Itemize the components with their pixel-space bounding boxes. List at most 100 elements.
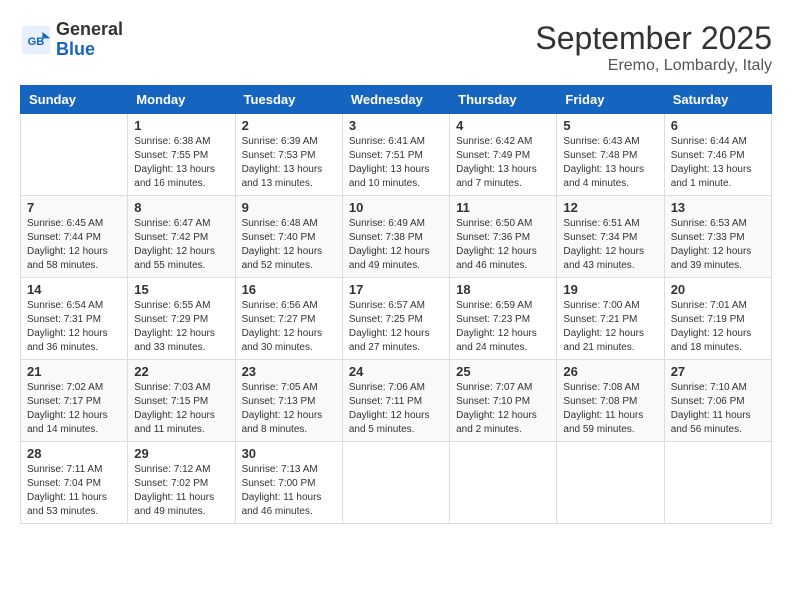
day-number: 7 bbox=[27, 200, 121, 215]
day-number: 16 bbox=[242, 282, 336, 297]
day-cell: 10 Sunrise: 6:49 AMSunset: 7:38 PMDayligh… bbox=[342, 196, 449, 278]
day-number: 8 bbox=[134, 200, 228, 215]
day-cell: 3 Sunrise: 6:41 AMSunset: 7:51 PMDaylight… bbox=[342, 114, 449, 196]
day-number: 19 bbox=[563, 282, 657, 297]
day-info: Sunrise: 7:07 AMSunset: 7:10 PMDaylight:… bbox=[456, 381, 550, 437]
day-cell: 22 Sunrise: 7:03 AMSunset: 7:15 PMDayligh… bbox=[128, 360, 235, 442]
day-info: Sunrise: 6:41 AMSunset: 7:51 PMDaylight:… bbox=[349, 135, 443, 191]
day-number: 10 bbox=[349, 200, 443, 215]
day-cell bbox=[557, 442, 664, 524]
day-info: Sunrise: 6:43 AMSunset: 7:48 PMDaylight:… bbox=[563, 135, 657, 191]
day-info: Sunrise: 6:48 AMSunset: 7:40 PMDaylight:… bbox=[242, 217, 336, 273]
day-number: 12 bbox=[563, 200, 657, 215]
day-cell: 19 Sunrise: 7:00 AMSunset: 7:21 PMDayligh… bbox=[557, 278, 664, 360]
weekday-header-tuesday: Tuesday bbox=[235, 86, 342, 114]
week-row-3: 14Sunrise: 6:54 AMSunset: 7:31 PMDayligh… bbox=[21, 278, 772, 360]
day-cell bbox=[450, 442, 557, 524]
day-cell: 29 Sunrise: 7:12 AMSunset: 7:02 PMDayligh… bbox=[128, 442, 235, 524]
day-info: Sunrise: 6:49 AMSunset: 7:38 PMDaylight:… bbox=[349, 217, 443, 273]
day-number: 20 bbox=[671, 282, 765, 297]
day-info: Sunrise: 7:08 AMSunset: 7:08 PMDaylight:… bbox=[563, 381, 657, 437]
day-info: Sunrise: 7:11 AMSunset: 7:04 PMDaylight:… bbox=[27, 463, 121, 519]
day-cell: 5 Sunrise: 6:43 AMSunset: 7:48 PMDaylight… bbox=[557, 114, 664, 196]
title-area: September 2025 Eremo, Lombardy, Italy bbox=[535, 20, 772, 75]
day-number: 18 bbox=[456, 282, 550, 297]
day-cell: 1 Sunrise: 6:38 AMSunset: 7:55 PMDaylight… bbox=[128, 114, 235, 196]
day-cell: 18 Sunrise: 6:59 AMSunset: 7:23 PMDayligh… bbox=[450, 278, 557, 360]
day-cell: 4Sunrise: 6:42 AMSunset: 7:49 PMDaylight… bbox=[450, 114, 557, 196]
day-cell: 8 Sunrise: 6:47 AMSunset: 7:42 PMDaylight… bbox=[128, 196, 235, 278]
day-number: 3 bbox=[349, 118, 443, 133]
day-number: 28 bbox=[27, 446, 121, 461]
day-number: 6 bbox=[671, 118, 765, 133]
day-number: 5 bbox=[563, 118, 657, 133]
day-number: 14 bbox=[27, 282, 121, 297]
week-row-5: 28 Sunrise: 7:11 AMSunset: 7:04 PMDayligh… bbox=[21, 442, 772, 524]
week-row-2: 7 Sunrise: 6:45 AMSunset: 7:44 PMDaylight… bbox=[21, 196, 772, 278]
day-cell: 9 Sunrise: 6:48 AMSunset: 7:40 PMDaylight… bbox=[235, 196, 342, 278]
day-number: 17 bbox=[349, 282, 443, 297]
day-info: Sunrise: 6:47 AMSunset: 7:42 PMDaylight:… bbox=[134, 217, 228, 273]
day-info: Sunrise: 6:39 AMSunset: 7:53 PMDaylight:… bbox=[242, 135, 336, 191]
day-number: 26 bbox=[563, 364, 657, 379]
day-info: Sunrise: 6:50 AMSunset: 7:36 PMDaylight:… bbox=[456, 217, 550, 273]
day-info: Sunrise: 7:01 AMSunset: 7:19 PMDaylight:… bbox=[671, 299, 765, 355]
day-number: 29 bbox=[134, 446, 228, 461]
logo: GB General Blue bbox=[20, 20, 123, 60]
day-info: Sunrise: 7:06 AMSunset: 7:11 PMDaylight:… bbox=[349, 381, 443, 437]
calendar: SundayMondayTuesdayWednesdayThursdayFrid… bbox=[20, 85, 772, 524]
day-number: 25 bbox=[456, 364, 550, 379]
day-number: 27 bbox=[671, 364, 765, 379]
logo-icon: GB bbox=[20, 24, 52, 56]
day-cell: 20 Sunrise: 7:01 AMSunset: 7:19 PMDayligh… bbox=[664, 278, 771, 360]
day-cell: 28 Sunrise: 7:11 AMSunset: 7:04 PMDayligh… bbox=[21, 442, 128, 524]
day-cell bbox=[664, 442, 771, 524]
day-cell: 23Sunrise: 7:05 AMSunset: 7:13 PMDayligh… bbox=[235, 360, 342, 442]
day-cell: 2 Sunrise: 6:39 AMSunset: 7:53 PMDaylight… bbox=[235, 114, 342, 196]
day-info: Sunrise: 6:53 AMSunset: 7:33 PMDaylight:… bbox=[671, 217, 765, 273]
day-cell: 16Sunrise: 6:56 AMSunset: 7:27 PMDayligh… bbox=[235, 278, 342, 360]
day-cell: 25 Sunrise: 7:07 AMSunset: 7:10 PMDayligh… bbox=[450, 360, 557, 442]
day-cell: 14Sunrise: 6:54 AMSunset: 7:31 PMDayligh… bbox=[21, 278, 128, 360]
day-cell: 27Sunrise: 7:10 AMSunset: 7:06 PMDayligh… bbox=[664, 360, 771, 442]
weekday-header-saturday: Saturday bbox=[664, 86, 771, 114]
logo-blue-text: Blue bbox=[56, 39, 95, 59]
day-number: 22 bbox=[134, 364, 228, 379]
day-number: 11 bbox=[456, 200, 550, 215]
day-info: Sunrise: 6:59 AMSunset: 7:23 PMDaylight:… bbox=[456, 299, 550, 355]
day-cell: 30Sunrise: 7:13 AMSunset: 7:00 PMDayligh… bbox=[235, 442, 342, 524]
day-number: 15 bbox=[134, 282, 228, 297]
day-info: Sunrise: 6:38 AMSunset: 7:55 PMDaylight:… bbox=[134, 135, 228, 191]
week-row-1: 1 Sunrise: 6:38 AMSunset: 7:55 PMDaylight… bbox=[21, 114, 772, 196]
day-info: Sunrise: 7:03 AMSunset: 7:15 PMDaylight:… bbox=[134, 381, 228, 437]
day-info: Sunrise: 6:51 AMSunset: 7:34 PMDaylight:… bbox=[563, 217, 657, 273]
day-cell: 6Sunrise: 6:44 AMSunset: 7:46 PMDaylight… bbox=[664, 114, 771, 196]
header: GB General Blue September 2025 Eremo, Lo… bbox=[20, 20, 772, 75]
weekday-header-thursday: Thursday bbox=[450, 86, 557, 114]
day-info: Sunrise: 7:12 AMSunset: 7:02 PMDaylight:… bbox=[134, 463, 228, 519]
day-cell bbox=[21, 114, 128, 196]
logo-general-text: General bbox=[56, 19, 123, 39]
day-cell: 13 Sunrise: 6:53 AMSunset: 7:33 PMDayligh… bbox=[664, 196, 771, 278]
weekday-header-wednesday: Wednesday bbox=[342, 86, 449, 114]
location-title: Eremo, Lombardy, Italy bbox=[535, 57, 772, 75]
svg-text:GB: GB bbox=[28, 36, 45, 48]
day-cell: 21Sunrise: 7:02 AMSunset: 7:17 PMDayligh… bbox=[21, 360, 128, 442]
day-info: Sunrise: 7:05 AMSunset: 7:13 PMDaylight:… bbox=[242, 381, 336, 437]
week-row-4: 21Sunrise: 7:02 AMSunset: 7:17 PMDayligh… bbox=[21, 360, 772, 442]
day-cell: 7 Sunrise: 6:45 AMSunset: 7:44 PMDaylight… bbox=[21, 196, 128, 278]
day-number: 13 bbox=[671, 200, 765, 215]
day-info: Sunrise: 6:42 AMSunset: 7:49 PMDaylight:… bbox=[456, 135, 550, 191]
day-number: 9 bbox=[242, 200, 336, 215]
day-number: 1 bbox=[134, 118, 228, 133]
day-info: Sunrise: 7:00 AMSunset: 7:21 PMDaylight:… bbox=[563, 299, 657, 355]
day-cell: 24Sunrise: 7:06 AMSunset: 7:11 PMDayligh… bbox=[342, 360, 449, 442]
day-cell: 12 Sunrise: 6:51 AMSunset: 7:34 PMDayligh… bbox=[557, 196, 664, 278]
month-title: September 2025 bbox=[535, 20, 772, 57]
day-cell bbox=[342, 442, 449, 524]
day-info: Sunrise: 7:13 AMSunset: 7:00 PMDaylight:… bbox=[242, 463, 336, 519]
weekday-header-row: SundayMondayTuesdayWednesdayThursdayFrid… bbox=[21, 86, 772, 114]
day-info: Sunrise: 6:45 AMSunset: 7:44 PMDaylight:… bbox=[27, 217, 121, 273]
day-number: 2 bbox=[242, 118, 336, 133]
day-info: Sunrise: 6:55 AMSunset: 7:29 PMDaylight:… bbox=[134, 299, 228, 355]
